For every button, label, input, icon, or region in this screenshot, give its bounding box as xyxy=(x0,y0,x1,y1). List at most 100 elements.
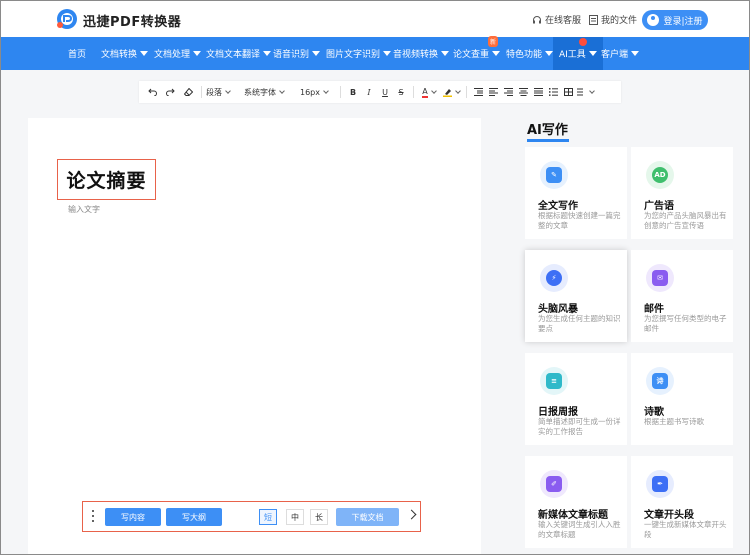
align-left-button[interactable] xyxy=(486,81,501,103)
brand-name[interactable]: 迅捷PDF转换器 xyxy=(83,11,181,30)
nav-plagiarism[interactable]: 论文查重 新 xyxy=(453,36,501,70)
nav-label: 首页 xyxy=(68,50,87,60)
indent-icon xyxy=(474,88,483,96)
nav-label: 客户端 xyxy=(601,50,629,60)
chevron-down-icon xyxy=(279,88,285,94)
ai-card-slogan[interactable]: AD 广告语 为您的产品头脑风暴出有创意的广告宣传语 xyxy=(631,147,733,239)
card-description: 输入关键词生成引人入胜的文章标题 xyxy=(538,520,621,539)
highlighter-icon xyxy=(442,88,452,97)
divider xyxy=(466,86,467,98)
more-format-button[interactable] xyxy=(576,81,595,103)
nav-doc-process[interactable]: 文档处理 xyxy=(154,37,202,70)
my-files-label: 我的文件 xyxy=(601,16,638,26)
customer-service-link[interactable]: 在线客服 xyxy=(532,13,581,26)
nav-ocr[interactable]: 图片文字识别 xyxy=(326,37,392,70)
write-content-button[interactable]: 写内容 xyxy=(105,508,161,526)
divider xyxy=(413,86,414,98)
nav-label: 论文查重 xyxy=(453,50,490,60)
ai-action-bar: 写内容 写大纲 短 中 长 下载文档 xyxy=(82,501,421,532)
nav-client[interactable]: 客户端 xyxy=(601,37,640,70)
bold-button[interactable]: B xyxy=(345,81,361,103)
avatar-icon xyxy=(647,14,660,26)
envelope-icon: ✉ xyxy=(646,264,674,292)
nav-label: 文档处理 xyxy=(154,50,191,60)
align-justify-button[interactable] xyxy=(531,81,546,103)
underline-button[interactable]: U xyxy=(377,81,393,103)
highlight-button[interactable] xyxy=(440,81,462,103)
card-title: 日报周报 xyxy=(538,407,578,418)
strikethrough-button[interactable]: S xyxy=(393,81,409,103)
customer-service-label: 在线客服 xyxy=(545,16,582,26)
eraser-icon xyxy=(183,88,193,96)
table-button[interactable] xyxy=(561,81,576,103)
font-size-select[interactable]: 16px xyxy=(300,81,336,103)
nav-label: 图片文字识别 xyxy=(326,50,381,60)
main-nav: 首页 文档转换 文档处理 文档文本翻译 语音识别 图片文字识别 音视频转换 论文… xyxy=(1,36,749,70)
caret-down-icon xyxy=(545,51,554,56)
align-right-button[interactable] xyxy=(501,81,516,103)
my-files-link[interactable]: 我的文件 xyxy=(589,13,637,26)
ai-card-poem[interactable]: 诗 诗歌 根据主题书写诗歌 xyxy=(631,353,733,445)
font-select[interactable]: 系统字体 xyxy=(244,81,300,103)
nav-home[interactable]: 首页 xyxy=(68,37,86,70)
indent-button[interactable] xyxy=(471,81,486,103)
table-icon xyxy=(564,88,573,96)
ai-card-brainstorm[interactable]: ⚡ 头脑风暴 为您生成任何主题的知识要点 xyxy=(525,250,627,342)
document-title[interactable]: 论文摘要 xyxy=(57,159,156,200)
editor-placeholder[interactable]: 输入文字 xyxy=(68,204,100,215)
ai-card-media-title[interactable]: ✐ 新媒体文章标题 输入关键词生成引人入胜的文章标题 xyxy=(525,456,627,548)
undo-button[interactable] xyxy=(143,81,161,103)
download-document-button[interactable]: 下载文档 xyxy=(336,508,399,526)
nav-label: 音视频转换 xyxy=(393,50,439,60)
chevron-down-icon xyxy=(225,88,231,94)
card-description: 根据标题快速创建一篇完整的文章 xyxy=(538,211,621,230)
nav-speech[interactable]: 语音识别 xyxy=(273,37,321,70)
card-description: 为您撰写任何类型的电子邮件 xyxy=(644,314,727,333)
chevron-right-icon[interactable] xyxy=(406,509,417,520)
caret-down-icon xyxy=(492,51,501,56)
nav-translate[interactable]: 文档文本翻译 xyxy=(206,37,272,70)
card-description: 一键生成新媒体文章开头段 xyxy=(644,520,727,539)
ai-card-full-text[interactable]: ✎ 全文写作 根据标题快速创建一篇完整的文章 xyxy=(525,147,627,239)
write-outline-button[interactable]: 写大纲 xyxy=(166,508,222,526)
nav-features[interactable]: 特色功能 xyxy=(506,37,554,70)
paragraph-select[interactable]: 段落 xyxy=(206,81,244,103)
ai-card-daily-report[interactable]: ≡ 日报周报 简单描述即可生成一份详实的工作报告 xyxy=(525,353,627,445)
length-medium-option[interactable]: 中 xyxy=(286,509,304,525)
nav-av-convert[interactable]: 音视频转换 xyxy=(393,37,450,70)
align-left-icon xyxy=(489,88,498,96)
card-description: 根据主题书写诗歌 xyxy=(644,417,704,426)
ai-card-email[interactable]: ✉ 邮件 为您撰写任何类型的电子邮件 xyxy=(631,250,733,342)
nav-doc-convert[interactable]: 文档转换 xyxy=(101,37,149,70)
caret-down-icon xyxy=(193,51,202,56)
list-icon xyxy=(549,88,558,96)
nav-label: 文档转换 xyxy=(101,50,138,60)
paragraph-label: 段落 xyxy=(206,87,222,97)
card-title: 广告语 xyxy=(644,201,674,212)
login-label: 登录|注册 xyxy=(663,16,703,27)
align-right-icon xyxy=(504,88,513,96)
align-center-button[interactable] xyxy=(516,81,531,103)
font-size-label: 16px xyxy=(300,87,320,97)
caret-down-icon xyxy=(312,51,321,56)
card-title: 全文写作 xyxy=(538,201,578,212)
italic-button[interactable]: I xyxy=(361,81,377,103)
login-button[interactable]: 登录|注册 xyxy=(642,10,708,30)
card-description: 为您生成任何主题的知识要点 xyxy=(538,314,621,333)
chevron-down-icon xyxy=(323,88,329,94)
lightning-icon: ⚡ xyxy=(540,264,568,292)
file-icon xyxy=(589,14,598,25)
align-justify-icon xyxy=(534,88,543,96)
logo-icon[interactable] xyxy=(56,8,78,30)
length-long-option[interactable]: 长 xyxy=(310,509,328,525)
clear-format-button[interactable] xyxy=(179,81,197,103)
nav-ai-tools[interactable]: AI工具 xyxy=(553,37,603,70)
more-icon[interactable] xyxy=(91,510,95,522)
redo-button[interactable] xyxy=(161,81,179,103)
unordered-list-button[interactable] xyxy=(546,81,561,103)
length-short-option[interactable]: 短 xyxy=(259,509,277,525)
line-spacing-icon xyxy=(576,88,583,96)
font-color-button[interactable]: A xyxy=(418,81,440,103)
card-title: 文章开头段 xyxy=(644,510,694,521)
ai-card-opening-paragraph[interactable]: ✒ 文章开头段 一键生成新媒体文章开头段 xyxy=(631,456,733,548)
